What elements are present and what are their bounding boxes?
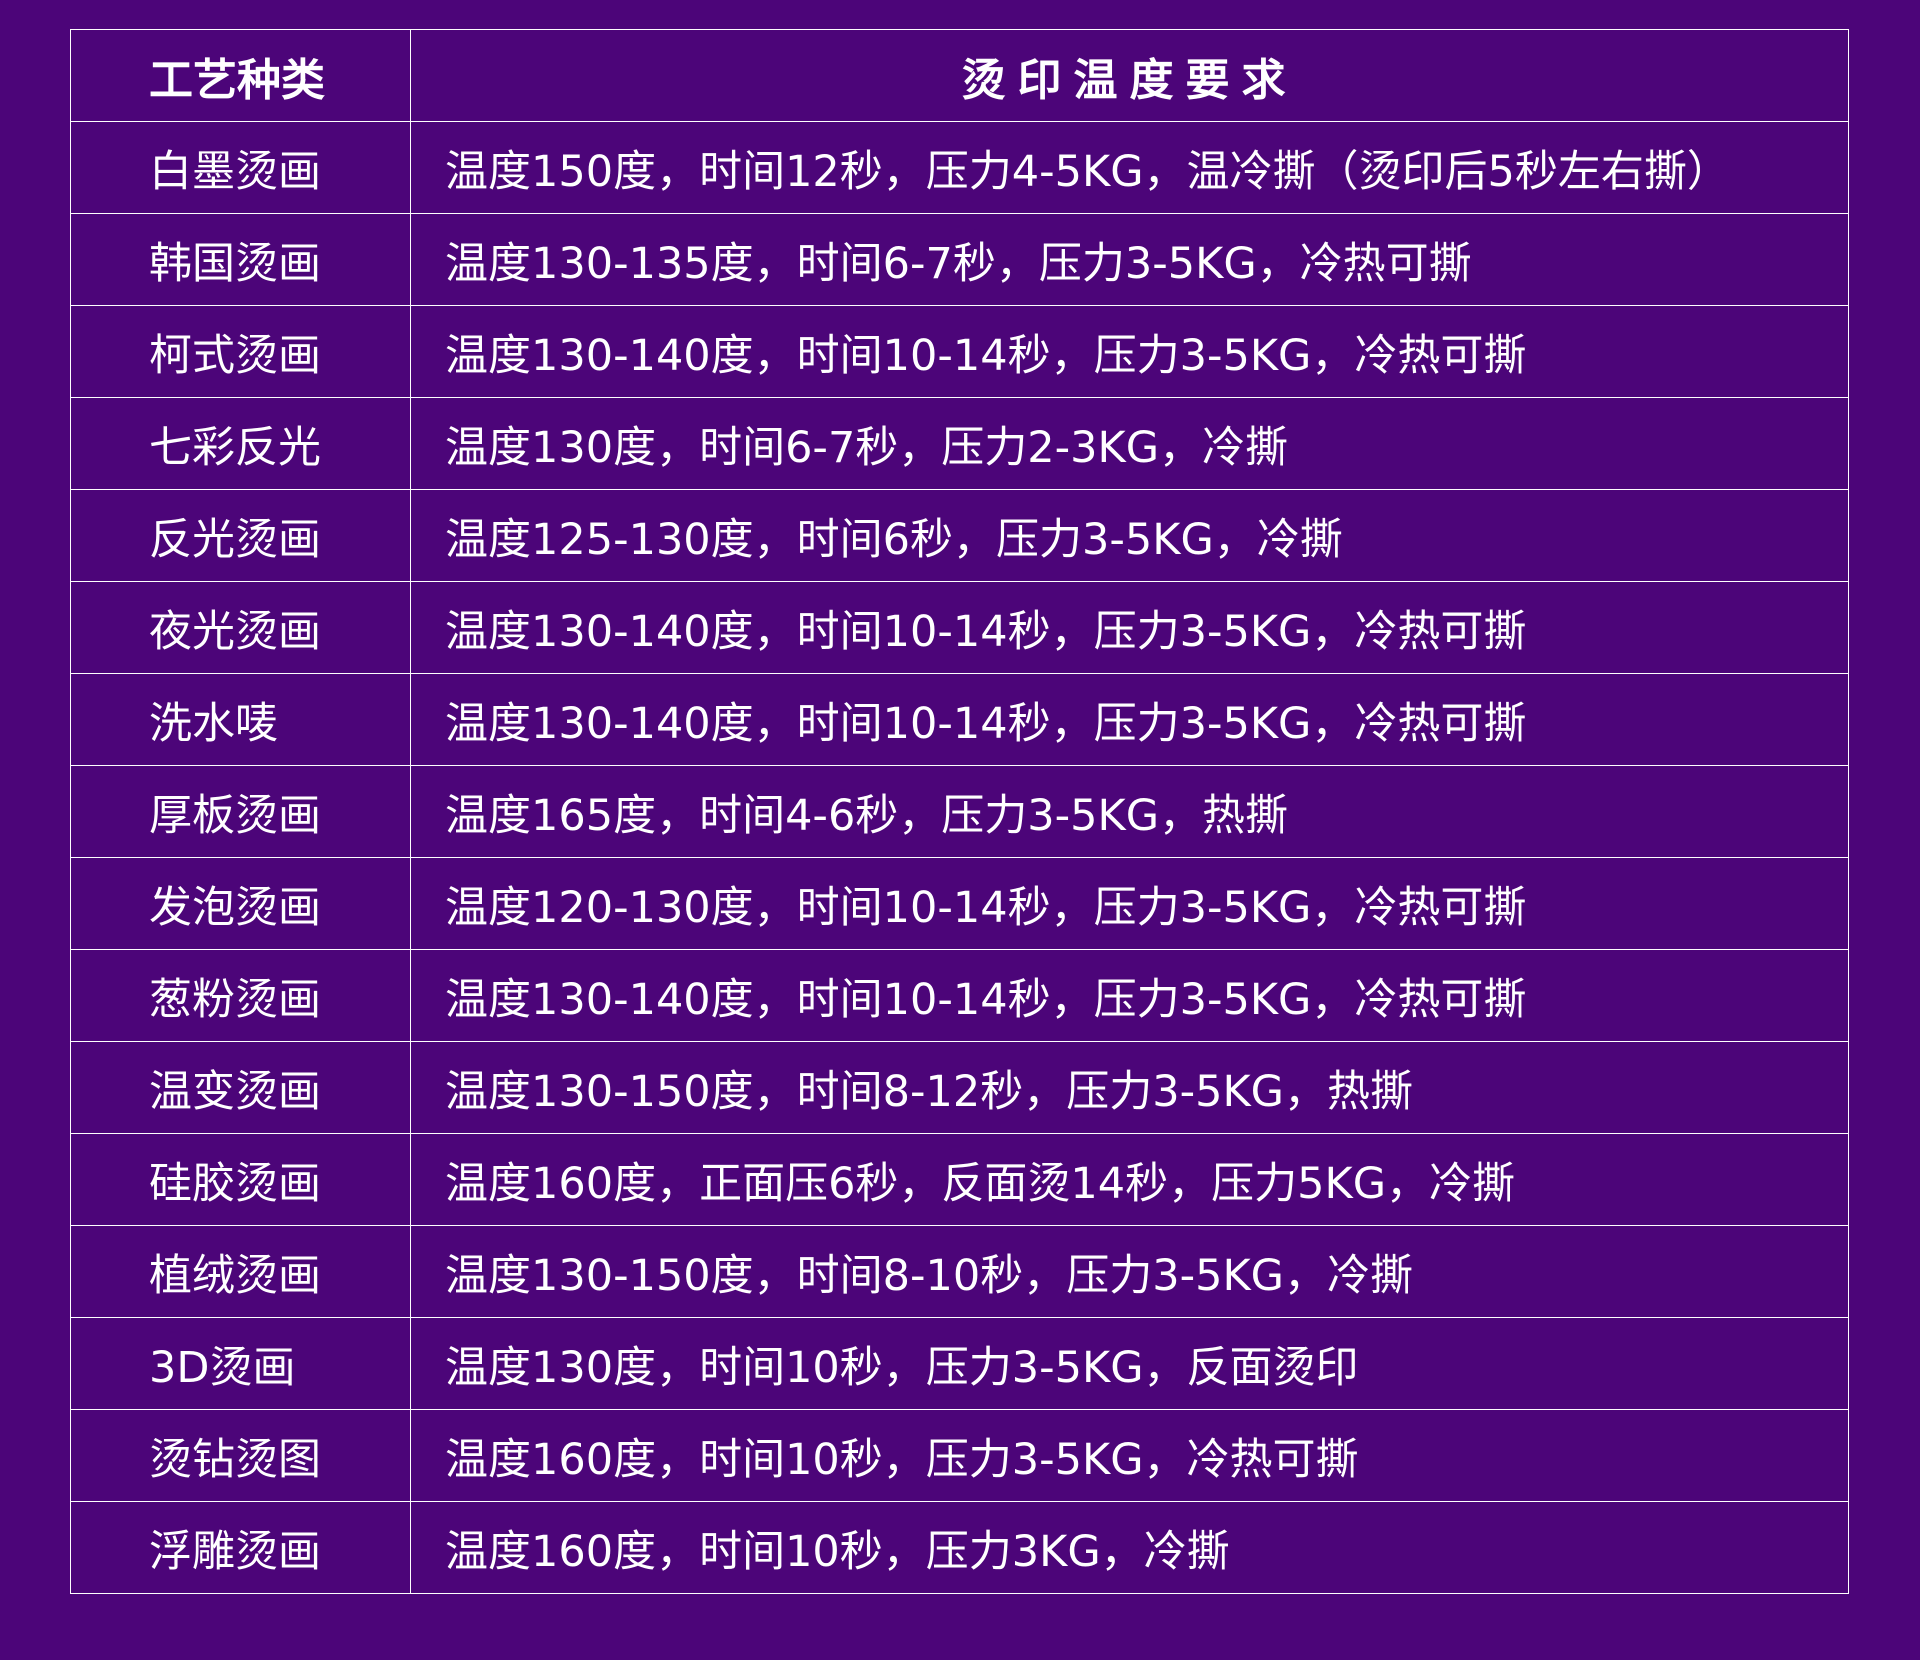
requirement-cell: 温度160度，时间10秒，压力3-5KG，冷热可撕 <box>410 1409 1849 1502</box>
requirement-cell: 温度150度，时间12秒，压力4-5KG，温冷撕（烫印后5秒左右撕） <box>410 121 1849 214</box>
requirement-cell: 温度130-140度，时间10-14秒，压力3-5KG，冷热可撕 <box>410 673 1849 766</box>
table-row: 发泡烫画 温度120-130度，时间10-14秒，压力3-5KG，冷热可撕 <box>70 857 1849 950</box>
table-row: 韩国烫画 温度130-135度，时间6-7秒，压力3-5KG，冷热可撕 <box>70 213 1849 306</box>
table-row: 厚板烫画 温度165度，时间4-6秒，压力3-5KG，热撕 <box>70 765 1849 858</box>
requirement-cell: 温度130度，时间10秒，压力3-5KG，反面烫印 <box>410 1317 1849 1410</box>
craft-name-cell: 七彩反光 <box>70 397 411 490</box>
table-row: 葱粉烫画 温度130-140度，时间10-14秒，压力3-5KG，冷热可撕 <box>70 949 1849 1042</box>
table-row: 温变烫画 温度130-150度，时间8-12秒，压力3-5KG，热撕 <box>70 1041 1849 1134</box>
requirement-cell: 温度165度，时间4-6秒，压力3-5KG，热撕 <box>410 765 1849 858</box>
table-row: 洗水唛 温度130-140度，时间10-14秒，压力3-5KG，冷热可撕 <box>70 673 1849 766</box>
table-header-row: 工艺种类 烫印温度要求 <box>70 29 1849 122</box>
table-row: 柯式烫画 温度130-140度，时间10-14秒，压力3-5KG，冷热可撕 <box>70 305 1849 398</box>
requirement-cell: 温度125-130度，时间6秒，压力3-5KG，冷撕 <box>410 489 1849 582</box>
requirement-cell: 温度160度，时间10秒，压力3KG，冷撕 <box>410 1501 1849 1594</box>
requirement-cell: 温度130-150度，时间8-10秒，压力3-5KG，冷撕 <box>410 1225 1849 1318</box>
requirement-cell: 温度130-140度，时间10-14秒，压力3-5KG，冷热可撕 <box>410 581 1849 674</box>
requirement-cell: 温度130度，时间6-7秒，压力2-3KG，冷撕 <box>410 397 1849 490</box>
table-row: 七彩反光 温度130度，时间6-7秒，压力2-3KG，冷撕 <box>70 397 1849 490</box>
table-row: 浮雕烫画 温度160度，时间10秒，压力3KG，冷撕 <box>70 1501 1849 1594</box>
craft-name-cell: 3D烫画 <box>70 1317 411 1410</box>
table-row: 反光烫画 温度125-130度，时间6秒，压力3-5KG，冷撕 <box>70 489 1849 582</box>
craft-name-cell: 柯式烫画 <box>70 305 411 398</box>
table-row: 硅胶烫画 温度160度，正面压6秒，反面烫14秒，压力5KG，冷撕 <box>70 1133 1849 1226</box>
craft-name-cell: 发泡烫画 <box>70 857 411 950</box>
craft-name-cell: 温变烫画 <box>70 1041 411 1134</box>
craft-name-cell: 烫钻烫图 <box>70 1409 411 1502</box>
table-row: 烫钻烫图 温度160度，时间10秒，压力3-5KG，冷热可撕 <box>70 1409 1849 1502</box>
requirement-cell: 温度120-130度，时间10-14秒，压力3-5KG，冷热可撕 <box>410 857 1849 950</box>
table-row: 白墨烫画 温度150度，时间12秒，压力4-5KG，温冷撕（烫印后5秒左右撕） <box>70 121 1849 214</box>
requirement-cell: 温度130-140度，时间10-14秒，压力3-5KG，冷热可撕 <box>410 949 1849 1042</box>
craft-name-cell: 厚板烫画 <box>70 765 411 858</box>
craft-name-cell: 葱粉烫画 <box>70 949 411 1042</box>
requirement-cell: 温度130-140度，时间10-14秒，压力3-5KG，冷热可撕 <box>410 305 1849 398</box>
table-row: 植绒烫画 温度130-150度，时间8-10秒，压力3-5KG，冷撕 <box>70 1225 1849 1318</box>
requirement-cell: 温度160度，正面压6秒，反面烫14秒，压力5KG，冷撕 <box>410 1133 1849 1226</box>
table-row: 3D烫画 温度130度，时间10秒，压力3-5KG，反面烫印 <box>70 1317 1849 1410</box>
table-row: 夜光烫画 温度130-140度，时间10-14秒，压力3-5KG，冷热可撕 <box>70 581 1849 674</box>
craft-name-cell: 白墨烫画 <box>70 121 411 214</box>
header-craft-type: 工艺种类 <box>70 29 411 122</box>
craft-name-cell: 洗水唛 <box>70 673 411 766</box>
craft-name-cell: 硅胶烫画 <box>70 1133 411 1226</box>
craft-name-cell: 韩国烫画 <box>70 213 411 306</box>
craft-name-cell: 夜光烫画 <box>70 581 411 674</box>
heat-transfer-spec-table: 工艺种类 烫印温度要求 白墨烫画 温度150度，时间12秒，压力4-5KG，温冷… <box>70 29 1849 1594</box>
craft-name-cell: 浮雕烫画 <box>70 1501 411 1594</box>
table-body: 白墨烫画 温度150度，时间12秒，压力4-5KG，温冷撕（烫印后5秒左右撕） … <box>70 121 1849 1594</box>
craft-name-cell: 反光烫画 <box>70 489 411 582</box>
header-temperature-requirement: 烫印温度要求 <box>410 29 1849 122</box>
craft-name-cell: 植绒烫画 <box>70 1225 411 1318</box>
requirement-cell: 温度130-135度，时间6-7秒，压力3-5KG，冷热可撕 <box>410 213 1849 306</box>
requirement-cell: 温度130-150度，时间8-12秒，压力3-5KG，热撕 <box>410 1041 1849 1134</box>
